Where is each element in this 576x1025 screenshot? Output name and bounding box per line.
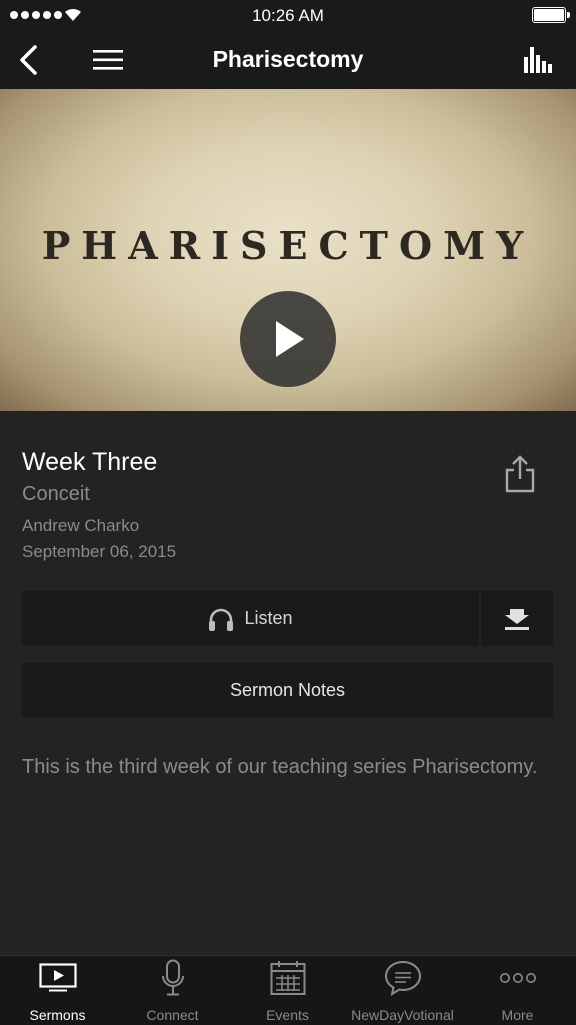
sermon-date: September 06, 2015: [22, 542, 177, 561]
tab-label: Sermons: [29, 1007, 86, 1023]
headphones-icon: [209, 608, 234, 631]
play-button[interactable]: [240, 291, 336, 387]
tab-label: More: [501, 1007, 534, 1023]
sermon-speaker: Andrew Charko: [22, 516, 140, 535]
sermon-notes-button[interactable]: Sermon Notes: [22, 663, 553, 718]
more-dots-icon: [499, 973, 536, 983]
sermon-video-thumbnail[interactable]: PHARISECTOMY: [0, 89, 576, 411]
tab-bar: Sermons Connect Events NewDayVotional Mo…: [0, 955, 576, 1025]
sermon-info: Week Three Conceit Andrew Charko Septemb…: [22, 448, 176, 562]
listen-button[interactable]: Listen: [22, 591, 479, 646]
share-button[interactable]: [498, 452, 542, 496]
series-title-art: PHARISECTOMY: [41, 223, 535, 268]
microphone-icon: [161, 959, 184, 996]
tab-events[interactable]: Events: [230, 956, 345, 1025]
sermon-subtitle: Conceit: [22, 483, 90, 505]
tab-label: Connect: [146, 1007, 199, 1023]
sermon-description: This is the third week of our teaching s…: [22, 756, 538, 778]
calendar-icon: [270, 961, 305, 995]
download-button[interactable]: [481, 591, 553, 646]
tab-connect[interactable]: Connect: [115, 956, 230, 1025]
page-title: Pharisectomy: [212, 46, 364, 72]
tv-play-icon: [38, 963, 77, 992]
tab-more[interactable]: More: [460, 956, 575, 1025]
bar-chart-icon: [524, 47, 552, 73]
status-bar: 10:26 AM: [0, 0, 576, 30]
listen-label: Listen: [244, 608, 293, 628]
tab-sermons[interactable]: Sermons: [0, 956, 115, 1025]
navigation-bar: Pharisectomy: [0, 30, 576, 89]
stats-button[interactable]: [518, 42, 558, 78]
speech-bubble-icon: [384, 960, 421, 996]
play-icon: [276, 321, 304, 357]
tab-label: Events: [266, 1007, 309, 1023]
download-icon: [505, 608, 529, 630]
battery-icon: [532, 7, 570, 23]
status-time: 10:26 AM: [252, 6, 324, 25]
sermon-title: Week Three: [22, 448, 158, 476]
tab-newdayvotional[interactable]: NewDayVotional: [345, 956, 460, 1025]
tab-label: NewDayVotional: [351, 1007, 454, 1023]
share-icon: [505, 455, 535, 493]
